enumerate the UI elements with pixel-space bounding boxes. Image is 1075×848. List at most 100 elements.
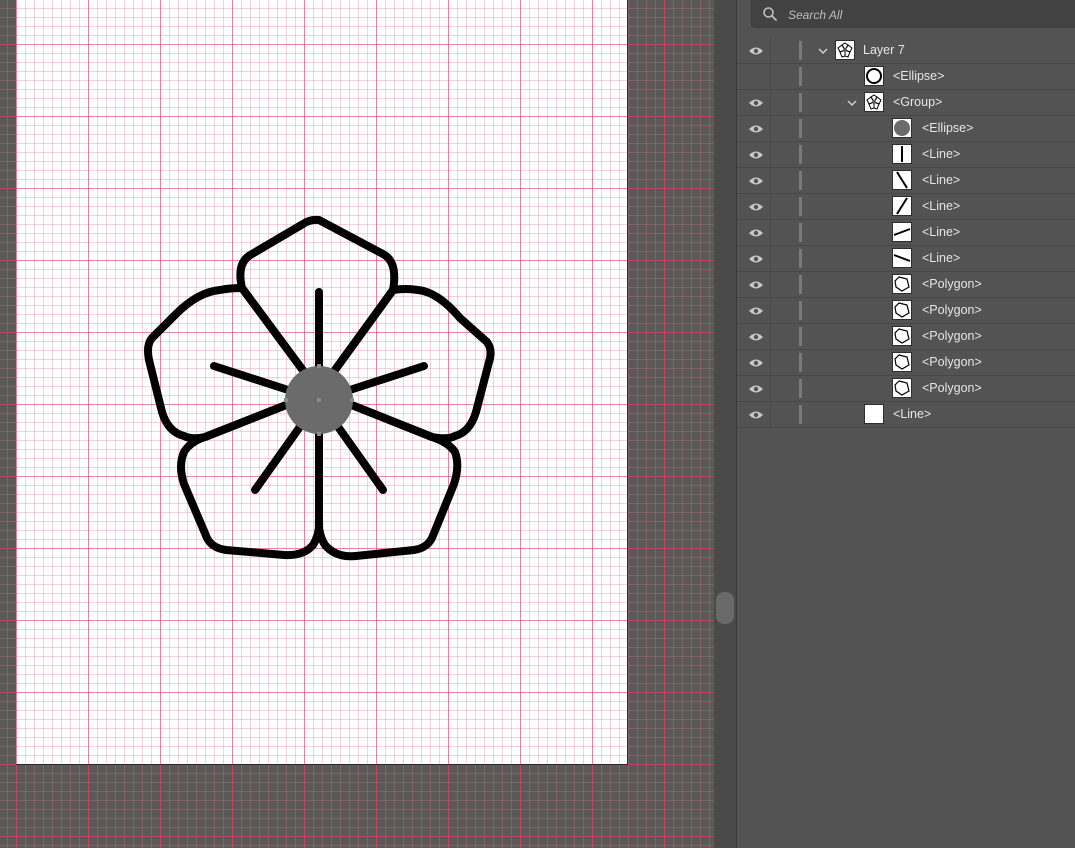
row-separator xyxy=(770,220,771,245)
layer-item-row[interactable]: <Group> xyxy=(737,90,1075,116)
search-box[interactable] xyxy=(751,0,1075,28)
layer-label: <Line> xyxy=(922,147,961,161)
layer-label: Layer 7 xyxy=(863,43,905,57)
search-icon xyxy=(763,7,777,21)
chevron-down-icon[interactable] xyxy=(817,44,829,56)
thumbnail-line-shallow-up-icon xyxy=(892,222,912,242)
layer-item-row[interactable]: <Polygon> xyxy=(737,298,1075,324)
layer-label: <Line> xyxy=(922,225,961,239)
visibility-eye-icon[interactable] xyxy=(748,200,764,212)
row-separator xyxy=(770,90,771,115)
row-separator xyxy=(770,116,771,141)
layer-color-bar xyxy=(799,405,802,424)
row-separator xyxy=(770,376,771,401)
visibility-eye-icon[interactable] xyxy=(748,278,764,290)
visibility-eye-icon[interactable] xyxy=(748,252,764,264)
thumbnail-polygon-icon xyxy=(892,326,912,346)
thumbnail-line-diag-up-icon xyxy=(892,196,912,216)
layer-list: Layer 7 <Ellipse> <Group> <Ellipse> <Line> <L… xyxy=(737,38,1075,428)
canvas-pasteboard[interactable] xyxy=(0,0,714,848)
row-separator xyxy=(770,272,771,297)
visibility-eye-icon[interactable] xyxy=(748,44,764,56)
visibility-eye-icon[interactable] xyxy=(748,226,764,238)
layer-label: <Ellipse> xyxy=(893,69,945,83)
layer-item-row[interactable]: <Line> xyxy=(737,220,1075,246)
row-separator xyxy=(770,168,771,193)
panel-divider xyxy=(714,0,737,848)
layer-label: <Polygon> xyxy=(922,329,982,343)
layer-color-bar xyxy=(799,67,802,86)
layer-label: <Line> xyxy=(922,199,961,213)
layer-color-bar xyxy=(799,41,802,60)
visibility-eye-icon[interactable] xyxy=(748,122,764,134)
row-separator xyxy=(770,324,771,349)
visibility-eye-icon[interactable] xyxy=(748,382,764,394)
layer-item-row[interactable]: <Ellipse> xyxy=(737,64,1075,90)
layer-item-row[interactable]: <Line> xyxy=(737,194,1075,220)
layer-color-bar xyxy=(799,275,802,294)
visibility-eye-icon[interactable] xyxy=(748,304,764,316)
layer-color-bar xyxy=(799,379,802,398)
visibility-eye-icon[interactable] xyxy=(748,330,764,342)
layer-color-bar xyxy=(799,119,802,138)
layer-item-row[interactable]: <Polygon> xyxy=(737,376,1075,402)
layer-color-bar xyxy=(799,197,802,216)
row-separator xyxy=(770,402,771,427)
layer-item-row[interactable]: <Ellipse> xyxy=(737,116,1075,142)
thumbnail-flower-icon xyxy=(835,40,855,60)
layer-row[interactable]: Layer 7 xyxy=(737,38,1075,64)
layers-panel: Layer 7 <Ellipse> <Group> <Ellipse> <Line> <L… xyxy=(737,0,1075,848)
row-separator xyxy=(770,38,771,63)
layer-item-row[interactable]: <Line> xyxy=(737,246,1075,272)
layer-label: <Line> xyxy=(922,173,961,187)
row-separator xyxy=(770,194,771,219)
row-separator xyxy=(770,246,771,271)
layer-label: <Group> xyxy=(893,95,943,109)
visibility-eye-icon[interactable] xyxy=(748,174,764,186)
layer-color-bar xyxy=(799,249,802,268)
layer-color-bar xyxy=(799,327,802,346)
layer-item-row[interactable]: <Line> xyxy=(737,402,1075,428)
layer-item-row[interactable]: <Polygon> xyxy=(737,272,1075,298)
thumbnail-line-vertical-icon xyxy=(892,144,912,164)
layer-label: <Polygon> xyxy=(922,277,982,291)
layer-label: <Line> xyxy=(922,251,961,265)
thumbnail-polygon-icon xyxy=(892,378,912,398)
artboard[interactable] xyxy=(16,0,628,765)
thumbnail-polygon-icon xyxy=(892,300,912,320)
row-separator xyxy=(770,142,771,167)
visibility-eye-icon[interactable] xyxy=(748,148,764,160)
layer-color-bar xyxy=(799,93,802,112)
layer-label: <Line> xyxy=(893,407,932,421)
visibility-eye-icon[interactable] xyxy=(748,96,764,108)
chevron-down-icon[interactable] xyxy=(846,96,858,108)
search-input[interactable] xyxy=(786,5,1070,25)
thumbnail-ellipse-ring-icon xyxy=(864,66,884,86)
thumbnail-ellipse-filled-icon xyxy=(892,118,912,138)
layer-color-bar xyxy=(799,301,802,320)
visibility-eye-icon[interactable] xyxy=(748,70,764,82)
layer-color-bar xyxy=(799,223,802,242)
thumbnail-line-diag-down-icon xyxy=(892,170,912,190)
layer-label: <Ellipse> xyxy=(922,121,974,135)
layer-item-row[interactable]: <Polygon> xyxy=(737,350,1075,376)
visibility-eye-icon[interactable] xyxy=(748,408,764,420)
flower-artwork[interactable] xyxy=(16,0,627,764)
layer-color-bar xyxy=(799,171,802,190)
row-separator xyxy=(770,350,771,375)
layer-color-bar xyxy=(799,145,802,164)
thumbnail-flower-icon xyxy=(864,92,884,112)
scrollbar-thumb[interactable] xyxy=(716,592,734,624)
row-separator xyxy=(770,64,771,89)
thumbnail-blank-icon xyxy=(864,404,884,424)
layer-item-row[interactable]: <Polygon> xyxy=(737,324,1075,350)
layer-item-row[interactable]: <Line> xyxy=(737,168,1075,194)
layer-item-row[interactable]: <Line> xyxy=(737,142,1075,168)
layer-color-bar xyxy=(799,353,802,372)
thumbnail-polygon-icon xyxy=(892,274,912,294)
visibility-eye-icon[interactable] xyxy=(748,356,764,368)
layer-label: <Polygon> xyxy=(922,303,982,317)
layer-label: <Polygon> xyxy=(922,355,982,369)
layer-label: <Polygon> xyxy=(922,381,982,395)
thumbnail-polygon-icon xyxy=(892,352,912,372)
